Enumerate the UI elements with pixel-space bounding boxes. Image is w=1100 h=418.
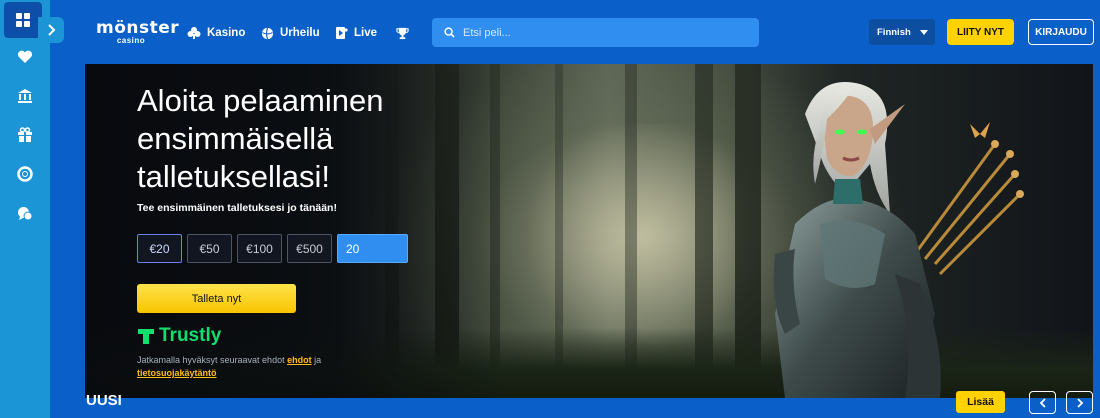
privacy-link[interactable]: tietosuojakäytäntö <box>137 368 217 378</box>
amount-option-20[interactable]: €20 <box>137 234 182 263</box>
lifebuoy-icon <box>17 166 33 182</box>
language-value: Finnish <box>877 26 911 38</box>
live-icon <box>336 27 348 39</box>
trustly-text: Trustly <box>159 325 222 346</box>
amount-option-50[interactable]: €50 <box>187 234 232 263</box>
deposit-button[interactable]: Talleta nyt <box>137 284 296 313</box>
terms-notice: Jatkamalla hyväksyt seuraavat ehdot ehdo… <box>137 354 357 380</box>
sidebar-item-support[interactable] <box>0 156 50 192</box>
sidebar-expand-button[interactable] <box>38 17 64 43</box>
language-select[interactable]: Finnish <box>869 19 935 45</box>
prev-button[interactable] <box>1029 391 1056 414</box>
login-button[interactable]: KIRJAUDU <box>1028 19 1094 45</box>
search-input[interactable] <box>463 26 733 39</box>
chevron-left-icon <box>1039 397 1046 408</box>
sidebar-item-dashboard[interactable] <box>4 2 42 38</box>
nav-item-label: Live <box>354 27 378 39</box>
logo-main-text: mönster <box>96 18 180 38</box>
ball-icon <box>261 27 274 39</box>
sidebar-item-favorites[interactable] <box>0 39 50 75</box>
nav-item-live[interactable]: Live <box>335 24 377 42</box>
sidebar-item-promotions[interactable] <box>0 117 50 153</box>
nav-item-label: Kasino <box>207 27 246 39</box>
sidebar <box>0 0 50 418</box>
join-button[interactable]: LIITY NYT <box>947 19 1014 45</box>
trustly-logo: Trustly <box>137 325 221 347</box>
section-title-new: UUSI <box>86 392 122 409</box>
terms-link[interactable]: ehdot <box>287 355 312 365</box>
logo[interactable]: mönster casino <box>96 18 180 46</box>
terms-prefix: Jatkamalla hyväksyt seuraavat ehdot <box>137 355 285 365</box>
dashboard-icon <box>16 13 30 27</box>
trophy-icon <box>396 27 409 39</box>
chevron-right-icon <box>48 24 56 36</box>
caret-down-icon <box>920 29 928 35</box>
nav-item-tournaments[interactable] <box>396 24 409 42</box>
nav-item-kasino[interactable]: Kasino <box>187 24 245 42</box>
trustly-mark-icon <box>138 328 154 344</box>
amount-option-500[interactable]: €500 <box>287 234 332 263</box>
chevron-right-icon <box>1076 397 1083 408</box>
hero-subtitle: Tee ensimmäinen talletuksesi jo tänään! <box>137 202 337 214</box>
more-button[interactable]: Lisää <box>956 391 1005 413</box>
next-button[interactable] <box>1066 391 1093 414</box>
search-bar[interactable] <box>432 18 759 47</box>
deposit-amount-input[interactable]: 20 <box>337 234 408 263</box>
sidebar-item-casino[interactable] <box>0 78 50 114</box>
deposit-amount-options: €20 €50 €100 €500 20 <box>137 234 408 263</box>
search-icon <box>444 27 455 38</box>
heart-icon <box>17 50 33 63</box>
hero-banner: Aloita pelaaminen ensimmäisellä talletuk… <box>85 64 1093 398</box>
sidebar-item-chat[interactable] <box>0 196 50 232</box>
chat-icon <box>18 207 33 221</box>
casino-icon <box>18 89 32 103</box>
terms-and: ja <box>314 355 322 365</box>
nav-item-label: Urheilu <box>280 27 320 39</box>
nav-item-urheilu[interactable]: Urheilu <box>261 24 320 42</box>
club-icon <box>187 27 201 39</box>
elf-warrior-illustration <box>773 82 1024 398</box>
gift-icon <box>18 127 32 142</box>
hero-title: Aloita pelaaminen ensimmäisellä talletuk… <box>137 83 384 194</box>
amount-option-100[interactable]: €100 <box>237 234 282 263</box>
